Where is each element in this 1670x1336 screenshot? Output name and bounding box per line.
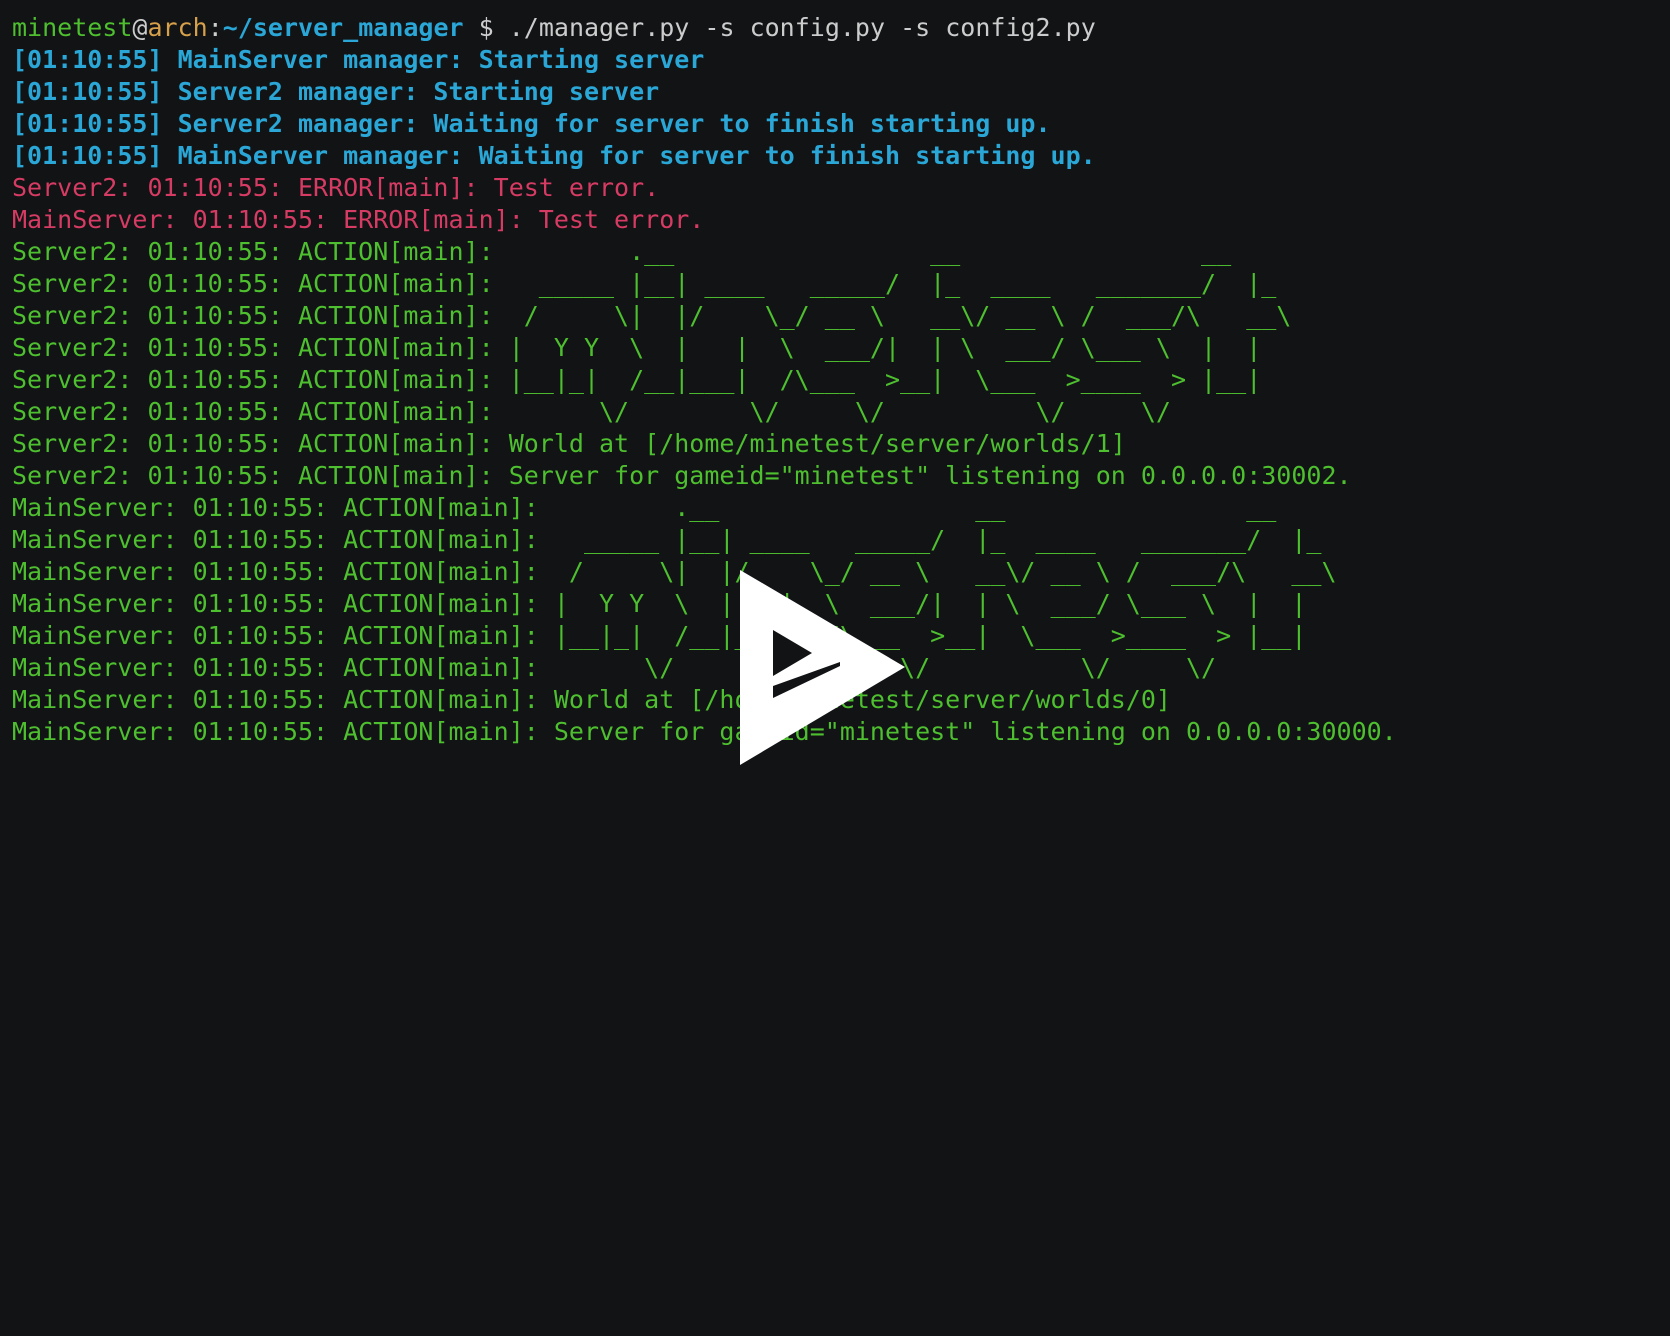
action-log-line: MainServer: 01:10:55: ACTION[main]: ____… xyxy=(12,525,1322,554)
error-log-line: Server2: 01:10:55: ERROR[main]: Test err… xyxy=(12,173,660,202)
action-log-line: Server2: 01:10:55: ACTION[main]: / \| |/… xyxy=(12,301,1292,330)
action-log-line: Server2: 01:10:55: ACTION[main]: _____ |… xyxy=(12,269,1277,298)
error-log-line: MainServer: 01:10:55: ERROR[main]: Test … xyxy=(12,205,705,234)
action-log-line: Server2: 01:10:55: ACTION[main]: |__|_| … xyxy=(12,365,1262,394)
prompt-host: arch xyxy=(147,13,208,42)
asciinema-play-icon xyxy=(740,570,905,765)
prompt-path: ~/server_manager xyxy=(222,13,464,42)
info-log-line: [01:10:55] Server2 manager: Starting ser… xyxy=(12,77,660,106)
info-log-line: [01:10:55] MainServer manager: Waiting f… xyxy=(12,141,1096,170)
info-log-line: [01:10:55] MainServer manager: Starting … xyxy=(12,45,705,74)
action-log-line: Server2: 01:10:55: ACTION[main]: .__ __ … xyxy=(12,237,1232,266)
action-log-line: MainServer: 01:10:55: ACTION[main]: .__ … xyxy=(12,493,1277,522)
action-log-line: Server2: 01:10:55: ACTION[main]: | Y Y \… xyxy=(12,333,1262,362)
action-log-line: Server2: 01:10:55: ACTION[main]: \/ \/ \… xyxy=(12,397,1171,426)
action-log-line: Server2: 01:10:55: ACTION[main]: Server … xyxy=(12,461,1352,490)
action-log-line: Server2: 01:10:55: ACTION[main]: World a… xyxy=(12,429,1126,458)
info-log-line: [01:10:55] Server2 manager: Waiting for … xyxy=(12,109,1051,138)
play-button[interactable] xyxy=(740,570,930,765)
prompt-colon: : xyxy=(207,13,223,42)
prompt-command: $ ./manager.py -s config.py -s config2.p… xyxy=(463,13,1096,42)
prompt-at: @ xyxy=(132,13,148,42)
terminal-window: minetest@arch:~/server_manager $ ./manag… xyxy=(0,0,1670,1336)
prompt-user: minetest xyxy=(12,13,133,42)
prompt-line: minetest@arch:~/server_manager $ ./manag… xyxy=(12,12,1658,44)
